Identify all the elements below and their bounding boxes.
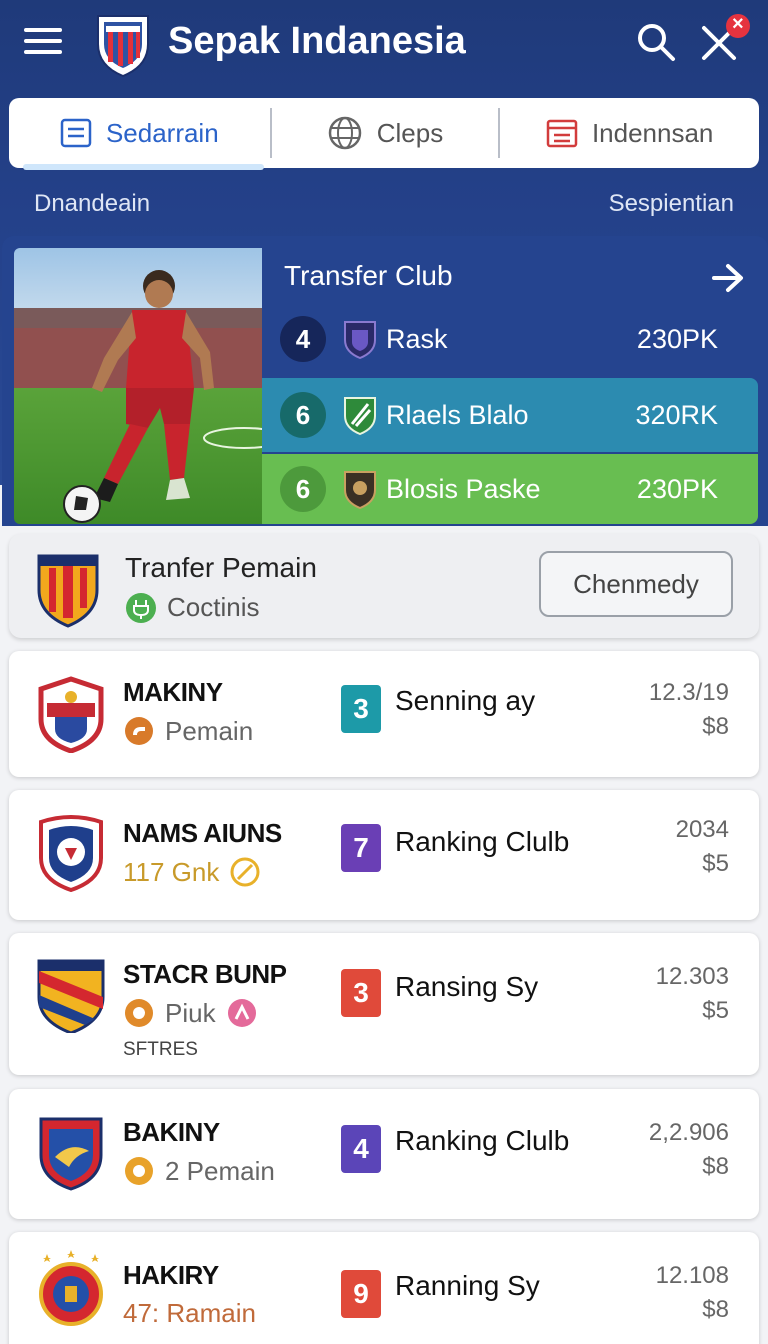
stat-number: 2,2.906 bbox=[648, 1119, 729, 1146]
club-meta: 2 Pemain bbox=[123, 1155, 275, 1187]
club-crest-icon bbox=[38, 676, 104, 753]
club-badge-icon bbox=[344, 321, 376, 360]
tab-label: Indennsan bbox=[591, 117, 714, 148]
featured-title: Transfer Club bbox=[284, 260, 453, 291]
featured-row[interactable]: 6 Blosis Paske 230PK bbox=[262, 454, 758, 524]
club-crest-icon bbox=[37, 959, 105, 1033]
club-crest-icon bbox=[39, 1250, 103, 1326]
price-label: $8 bbox=[702, 713, 729, 740]
list-item[interactable]: HAKIRY 47: Ramain 9 Ranning Sy 12.108 $8 bbox=[9, 1232, 759, 1344]
list-icon bbox=[60, 118, 92, 148]
club-badge-icon bbox=[344, 397, 376, 436]
notification-badge bbox=[726, 13, 750, 38]
tab-bar: Sedarrain Cleps Indennsan bbox=[9, 98, 759, 170]
ranking-category: Senning ay bbox=[395, 685, 536, 716]
plug-icon bbox=[126, 593, 156, 623]
search-icon[interactable] bbox=[636, 22, 676, 62]
subheader-left[interactable]: Dnandeain bbox=[34, 190, 150, 218]
menu-icon[interactable] bbox=[24, 28, 62, 56]
app-logo bbox=[97, 15, 149, 78]
rank-badge: 3 bbox=[341, 685, 381, 733]
club-name: MAKINY bbox=[123, 677, 223, 707]
club-crest-icon bbox=[39, 1117, 103, 1191]
chenmedy-button[interactable]: Chenmedy bbox=[539, 551, 733, 617]
meta-text: 2 Pemain bbox=[165, 1155, 275, 1186]
list-item[interactable]: STACR BUNP Piuk SFTRES 3 Ransing Sy 12.3… bbox=[9, 933, 759, 1075]
rank-badge: 4 bbox=[341, 1125, 381, 1173]
rank-badge: 7 bbox=[341, 824, 381, 872]
transfer-value: 230PK bbox=[636, 323, 718, 354]
club-name: HAKIRY bbox=[123, 1260, 219, 1290]
tab-label: Cleps bbox=[376, 117, 444, 148]
club-name: Rask bbox=[386, 323, 448, 354]
club-name: STACR BUNP bbox=[123, 959, 287, 989]
award-icon bbox=[227, 999, 256, 1027]
player-photo bbox=[14, 248, 262, 524]
card-title: Tranfer Pemain bbox=[125, 552, 317, 583]
club-meta: Pemain bbox=[123, 715, 253, 747]
featured-row[interactable]: 4 Rask 230PK bbox=[262, 302, 758, 376]
ball-icon bbox=[230, 857, 260, 887]
meta-text: 47: Ramain bbox=[123, 1298, 256, 1328]
meta-text: Piuk bbox=[165, 997, 216, 1028]
stat-number: 2034 bbox=[675, 816, 729, 843]
tab-sedarrain[interactable]: Sedarrain bbox=[9, 98, 270, 170]
stat-number: 12.3/19 bbox=[648, 679, 729, 706]
meta-text: Pemain bbox=[165, 715, 254, 746]
rank-badge: 3 bbox=[341, 969, 381, 1017]
transfer-player-card[interactable]: Tranfer Pemain Coctinis Chenmedy bbox=[9, 534, 759, 638]
app-title: Sepak Indanesia bbox=[168, 20, 466, 62]
transfer-value: 320RK bbox=[635, 399, 718, 430]
list-item[interactable]: MAKINY Pemain 3 Senning ay 12.3/19 $8 bbox=[9, 651, 759, 777]
price-label: $8 bbox=[702, 1153, 729, 1180]
ball-icon bbox=[125, 1157, 153, 1185]
rank-number: 6 bbox=[280, 466, 326, 512]
list-item[interactable]: NAMS AIUNS 117 Gnk 7 Ranking Clulb 2034 … bbox=[9, 790, 759, 920]
club-name: Blosis Paske bbox=[386, 473, 541, 504]
app-header: Sepak Indanesia bbox=[0, 0, 768, 90]
club-crest-icon bbox=[39, 815, 103, 892]
price-label: $8 bbox=[702, 1296, 729, 1323]
list-item[interactable]: BAKINY 2 Pemain 4 Ranking Clulb 2,2.906 … bbox=[9, 1089, 759, 1219]
club-name: Rlaels Blalo bbox=[386, 399, 529, 430]
meta-text: 117 Gnk bbox=[123, 856, 220, 887]
club-name: NAMS AIUNS bbox=[123, 818, 282, 848]
calendar-icon bbox=[546, 119, 578, 148]
club-name: BAKINY bbox=[123, 1117, 220, 1147]
ball-icon bbox=[125, 999, 153, 1027]
rank-number: 4 bbox=[280, 316, 326, 362]
stat-number: 12.303 bbox=[655, 963, 729, 990]
club-meta: 117 Gnk bbox=[123, 856, 271, 888]
club-meta: Piuk bbox=[123, 997, 268, 1029]
price-label: $5 bbox=[702, 850, 729, 877]
tab-cleps[interactable]: Cleps bbox=[272, 98, 499, 168]
ranking-category: Ransing Sy bbox=[395, 971, 539, 1002]
whistle-icon bbox=[125, 717, 153, 745]
tab-label: Sedarrain bbox=[105, 117, 219, 148]
price-label: $5 bbox=[702, 997, 729, 1024]
globe-icon bbox=[328, 116, 361, 150]
card-subtitle: Coctinis bbox=[167, 592, 260, 622]
club-crest-icon bbox=[37, 554, 99, 628]
featured-row[interactable]: 6 Rlaels Blalo 320RK bbox=[262, 378, 758, 452]
featured-transfer-panel: Transfer Club 4 Rask 230PK 6 Rlaels Blal… bbox=[2, 236, 768, 526]
ranking-category: Ranking Clulb bbox=[395, 826, 570, 857]
club-badge-icon bbox=[344, 471, 376, 510]
subheader-right[interactable]: Sespientian bbox=[609, 190, 734, 218]
tab-indennsan[interactable]: Indennsan bbox=[500, 98, 759, 168]
rank-badge: 9 bbox=[341, 1270, 381, 1318]
club-meta: 47: Ramain bbox=[123, 1298, 256, 1329]
arrow-right-icon[interactable] bbox=[710, 260, 746, 296]
rank-number: 6 bbox=[280, 392, 326, 438]
ranking-category: Ranning Sy bbox=[395, 1270, 540, 1301]
transfer-value: 230PK bbox=[636, 473, 718, 504]
stat-number: 12.108 bbox=[655, 1262, 729, 1289]
ranking-category: Ranking Clulb bbox=[395, 1125, 570, 1156]
club-extra: SFTRES bbox=[123, 1039, 198, 1060]
